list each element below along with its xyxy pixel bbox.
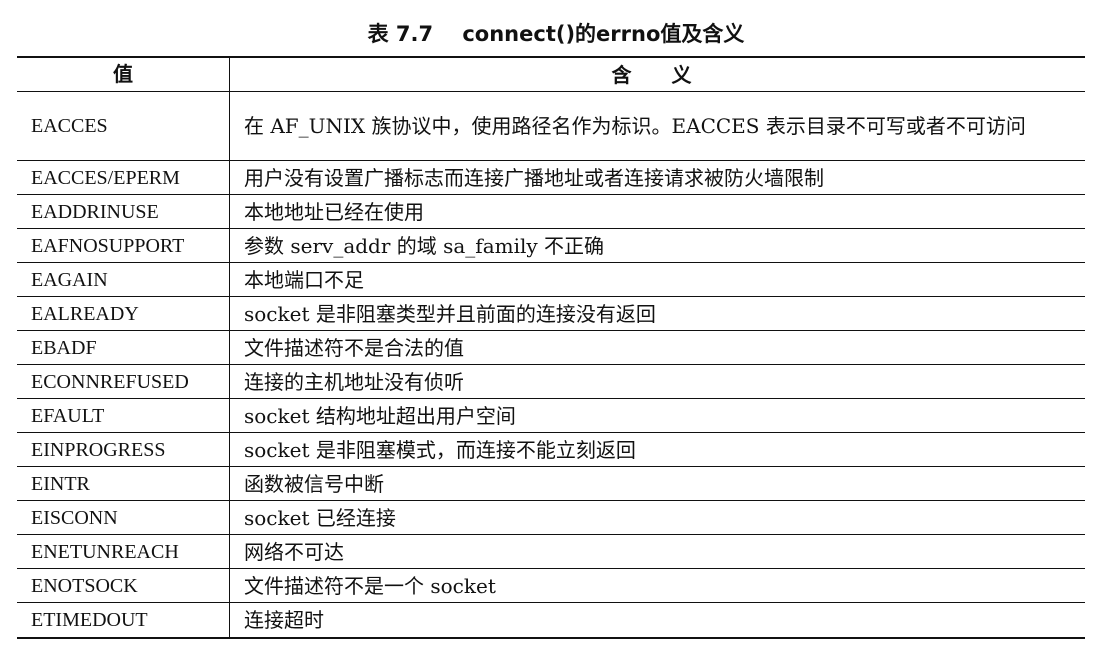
errno-code: EAFNOSUPPORT (17, 229, 230, 262)
errno-code: EINPROGRESS (17, 433, 230, 466)
errno-meaning: 参数 serv_addr 的域 sa_family 不正确 (244, 233, 605, 258)
errno-code: EAGAIN (17, 263, 230, 296)
errno-meaning: 连接的主机地址没有侦听 (244, 369, 464, 394)
table-row: ENOTSOCK 文件描述符不是一个 socket (17, 569, 1085, 603)
header-meaning: 含 义 (611, 62, 692, 87)
table-row: ETIMEDOUT 连接超时 (17, 603, 1085, 637)
table-row: EINPROGRESS socket 是非阻塞模式，而连接不能立刻返回 (17, 433, 1085, 467)
errno-code: EADDRINUSE (17, 195, 230, 228)
table-row: EALREADY socket 是非阻塞类型并且前面的连接没有返回 (17, 297, 1085, 331)
table-caption: 表 7.7 connect()的errno值及含义 (367, 22, 745, 46)
table-row: EINTR 函数被信号中断 (17, 467, 1085, 501)
errno-meaning: 用户没有设置广播标志而连接广播地址或者连接请求被防火墙限制 (244, 165, 824, 190)
table-row: EBADF 文件描述符不是合法的值 (17, 331, 1085, 365)
errno-code: EFAULT (17, 399, 230, 432)
table-row: ECONNREFUSED 连接的主机地址没有侦听 (17, 365, 1085, 399)
table-row: EISCONN socket 已经连接 (17, 501, 1085, 535)
table-header-row: 值 含 义 (17, 58, 1085, 92)
errno-meaning: 网络不可达 (244, 539, 344, 564)
table-row: EAGAIN 本地端口不足 (17, 263, 1085, 297)
errno-meaning: 文件描述符不是合法的值 (244, 335, 464, 360)
table-row: EACCES/EPERM 用户没有设置广播标志而连接广播地址或者连接请求被防火墙… (17, 161, 1085, 195)
table-row: EACCES 在 AF_UNIX 族协议中，使用路径名作为标识。EACCES 表… (17, 92, 1085, 161)
errno-meaning: 本地地址已经在使用 (244, 199, 424, 224)
errno-code: EISCONN (17, 501, 230, 534)
table-row: ENETUNREACH 网络不可达 (17, 535, 1085, 569)
errno-meaning: socket 已经连接 (244, 505, 396, 530)
errno-table: 值 含 义 EACCES 在 AF_UNIX 族协议中，使用路径名作为标识。EA… (17, 56, 1085, 639)
errno-meaning: 函数被信号中断 (244, 471, 384, 496)
errno-code: ECONNREFUSED (17, 365, 230, 398)
errno-code: ETIMEDOUT (17, 603, 230, 637)
errno-code: EACCES/EPERM (17, 161, 230, 194)
table-row: EAFNOSUPPORT 参数 serv_addr 的域 sa_family 不… (17, 229, 1085, 263)
table-row: EADDRINUSE 本地地址已经在使用 (17, 195, 1085, 229)
errno-code: EACCES (17, 92, 230, 160)
table-row: EFAULT socket 结构地址超出用户空间 (17, 399, 1085, 433)
errno-meaning: socket 结构地址超出用户空间 (244, 403, 516, 428)
errno-meaning: 在 AF_UNIX 族协议中，使用路径名作为标识。EACCES 表示目录不可写或… (244, 113, 1026, 138)
errno-code: ENOTSOCK (17, 569, 230, 602)
errno-meaning: 连接超时 (244, 608, 324, 632)
errno-meaning: socket 是非阻塞模式，而连接不能立刻返回 (244, 437, 636, 462)
errno-code: EINTR (17, 467, 230, 500)
errno-meaning: socket 是非阻塞类型并且前面的连接没有返回 (244, 301, 656, 326)
errno-code: EBADF (17, 331, 230, 364)
errno-meaning: 文件描述符不是一个 socket (244, 573, 496, 598)
errno-code: EALREADY (17, 297, 230, 330)
errno-meaning: 本地端口不足 (244, 267, 364, 292)
header-value: 值 (17, 58, 230, 91)
errno-code: ENETUNREACH (17, 535, 230, 568)
